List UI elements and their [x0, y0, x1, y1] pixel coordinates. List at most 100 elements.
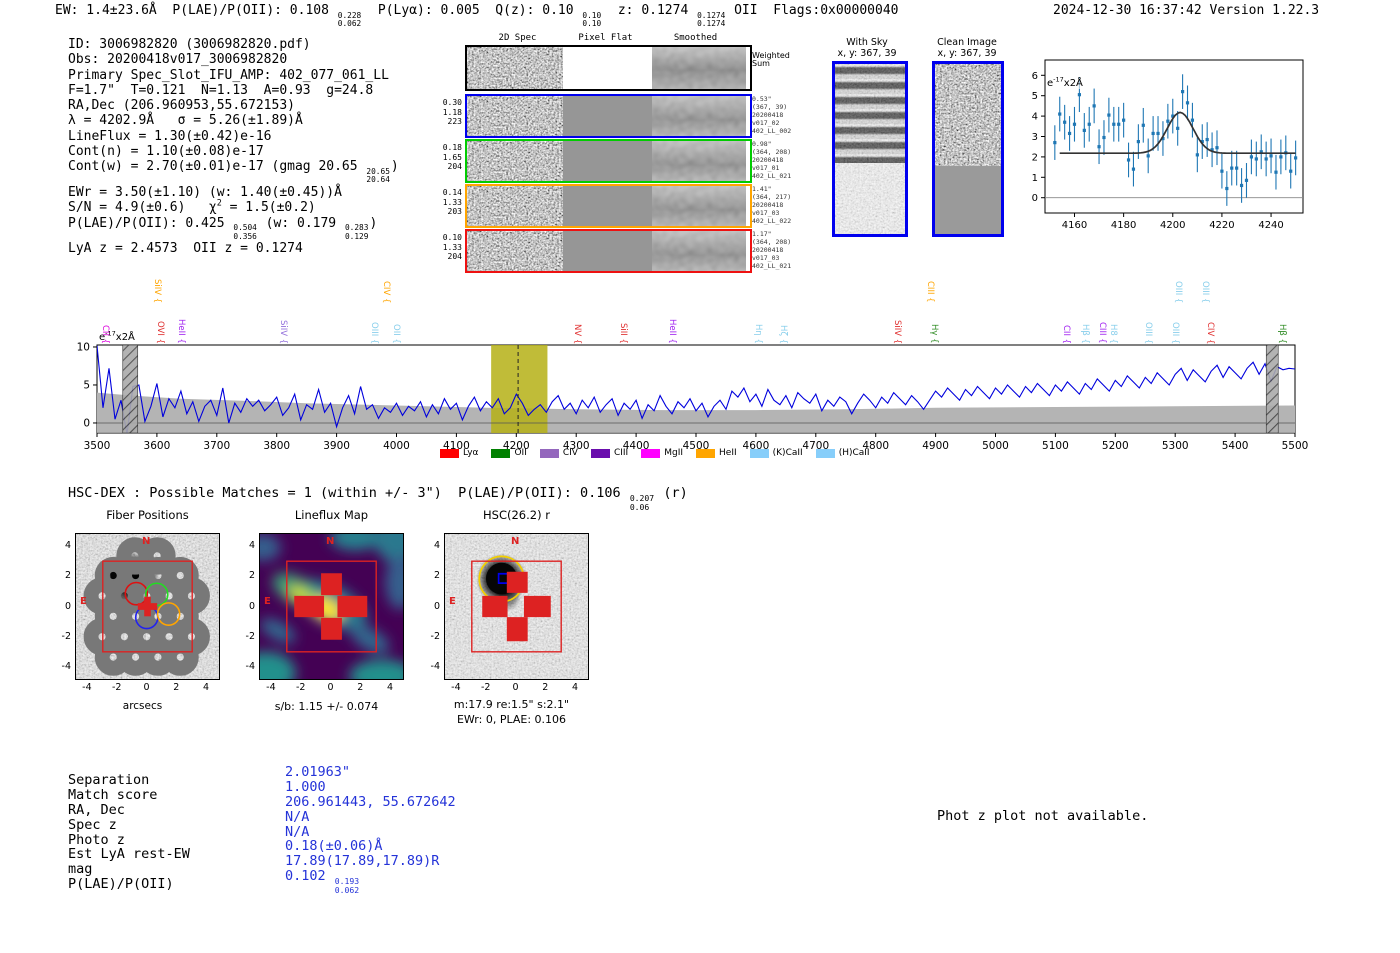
fiber-smoothed-image	[652, 141, 746, 181]
legend-label: HeII	[719, 448, 737, 458]
fiber-smoothed-image	[652, 186, 746, 226]
stacked-fraction: 0.10 0.10	[582, 10, 602, 29]
svg-text:5400: 5400	[1222, 440, 1249, 452]
legend-item: (K)CaII	[749, 448, 803, 458]
emission-line-label: OIII {	[369, 321, 379, 344]
stacked-fraction: 20.65 20.64	[366, 166, 390, 185]
fiber-row-weights: 0.14 1.33 203	[442, 188, 462, 216]
legend-item: CIV	[539, 448, 578, 458]
weighted-smoothed-image	[652, 47, 746, 89]
elixer-report-page: EW: 1.4±23.6Å P(LAE)/P(OII): 0.108 0.228…	[0, 0, 1400, 953]
info-line: Obs: 20200418v017_3006982820	[68, 52, 288, 68]
match-field-value: 0.18(±0.06)Å	[285, 838, 383, 855]
lineflux-caption: s/b: 1.15 +/- 0.074	[274, 700, 379, 713]
header-datetime-version: 2024-12-30 16:37:42 Version 1.22.3	[1053, 3, 1319, 18]
svg-text:4240: 4240	[1258, 220, 1283, 231]
fiber-positions-panel: Fiber Positions N E arcsecs -4 -2 0 2 4 …	[55, 508, 240, 733]
info-line: EWr = 3.50(±1.10) (w: 1.40(±0.45))Å	[68, 185, 342, 200]
svg-text:4: 4	[1032, 112, 1038, 123]
weighted-pixelflat-image	[563, 47, 652, 89]
fiber-2dspec-image	[467, 141, 563, 181]
match-table-row: Spec z N/A	[68, 809, 668, 833]
y-tick-label: -2	[245, 630, 255, 642]
spec2d-fiber-row	[465, 184, 752, 228]
svg-text:3: 3	[1032, 132, 1038, 143]
emission-line-label: NV {	[572, 323, 582, 344]
emission-line-label: CIII {	[1097, 322, 1107, 344]
info-line: F=1.7" T=0.121 N=1.13 A=0.93 g=24.8	[68, 82, 374, 98]
x-tick-label: -2	[111, 682, 122, 693]
fiber-row-annotation: 1.41" (364, 217) 20200418 v017_03 402_LL_022	[752, 185, 792, 225]
svg-text:1: 1	[1032, 173, 1038, 184]
legend-swatch	[539, 448, 559, 458]
svg-text:3600: 3600	[144, 440, 171, 452]
legend-swatch	[491, 448, 511, 458]
legend-item: CIII	[590, 448, 629, 458]
match-field-label: Spec z	[68, 816, 117, 833]
svg-text:5200: 5200	[1102, 440, 1129, 452]
y-tick-label: 2	[433, 570, 440, 582]
emission-line-label: OVI {	[155, 321, 165, 344]
svg-text:5100: 5100	[1042, 440, 1069, 452]
emission-line-label: OIII {	[1170, 321, 1180, 344]
info-line: Cont(w) = 2.70(±0.01)e-17 (gmag 20.65 20…	[68, 159, 399, 185]
x-tick-label: 0	[327, 682, 334, 693]
header-stats: EW: 1.4±23.6Å P(LAE)/P(OII): 0.108 0.228…	[55, 3, 899, 29]
svg-text:5300: 5300	[1162, 440, 1189, 452]
match-field-label: Separation	[68, 772, 150, 788]
emission-line-label: Hζ {	[778, 324, 788, 344]
svg-text:4160: 4160	[1062, 220, 1087, 231]
legend-label: OII	[514, 448, 527, 458]
legend-item: (H)CaII	[815, 448, 870, 458]
emission-line-label: OIII {	[1173, 280, 1183, 303]
svg-text:4220: 4220	[1209, 220, 1234, 231]
info-line: P(LAE)/P(OII): 0.425 0.504 0.356 (w: 0.17…	[68, 215, 378, 241]
hsc-title: HSC(26.2) r	[483, 508, 550, 522]
y-tick-label: -2	[430, 630, 440, 642]
clean-image-title: Clean Image x, y: 367, 39	[937, 37, 997, 59]
fiber-positions-image: N E	[75, 533, 220, 680]
svg-text:5000: 5000	[982, 440, 1009, 452]
phot-z-note: Phot z plot not available.	[937, 808, 1149, 824]
fiber-pixelflat-image	[563, 141, 652, 181]
x-tick-label: 0	[512, 682, 519, 693]
emission-line-label: Hη {	[753, 324, 763, 344]
match-table-row: Separation 2.01963"	[68, 765, 668, 788]
fiber-positions-title: Fiber Positions	[106, 508, 189, 522]
spectrum-legend: Lyα OII CIV CIII MgII HeII (K)CaII (H)CaII	[440, 448, 870, 458]
legend-label: (K)CaII	[772, 448, 803, 458]
legend-item: OII	[491, 448, 527, 458]
legend-swatch	[696, 448, 716, 458]
match-table-row: mag 17.89(17.89,17.89)R	[68, 854, 668, 877]
col-header-pixelflat: Pixel Flat	[578, 33, 633, 43]
y-tick-label: -4	[245, 660, 255, 672]
fiber-row-annotation: 1.17" (364, 208) 20200418 v017_03 402_LL_021	[752, 230, 792, 270]
emission-line-label: Hγ {	[929, 324, 939, 344]
legend-label: CIII	[613, 448, 629, 458]
legend-swatch	[815, 448, 835, 458]
match-table-row: RA, Dec 206.961443, 55.672642	[68, 794, 668, 818]
legend-item: HeII	[696, 448, 737, 458]
full-spectrum-plot: 3500 3600 3700 3800 3900 4000 4100 4200 4300 4400…	[0, 265, 1400, 465]
emission-line-label: Hβ {	[1277, 324, 1287, 344]
x-tick-label: 2	[173, 682, 180, 693]
lineflux-image: N E	[259, 533, 404, 680]
emission-line-label: HeII {	[176, 319, 186, 344]
info-line: ID: 3006982820 (3006982820.pdf)	[68, 37, 311, 52]
fiber-row-weights: 0.18 1.65 204	[442, 143, 462, 171]
info-line: Primary Spec_Slot_IFU_AMP: 402_077_061_L…	[68, 67, 389, 83]
emission-line-label: SiIV {	[278, 319, 288, 344]
x-tick-label: 4	[387, 682, 394, 693]
x-tick-label: 2	[357, 682, 364, 693]
emission-line-label: CIII {	[925, 281, 935, 303]
y-tick-label: 0	[248, 600, 255, 612]
match-table-row: P(LAE)/P(OII) 0.102 0.193 0.062	[68, 869, 668, 895]
y-tick-label: 4	[248, 540, 255, 552]
match-field-value: N/A	[285, 808, 310, 825]
stacked-fraction: 0.228 0.062	[337, 10, 362, 29]
weighted-sum-label: Weighted Sum	[752, 51, 790, 68]
emission-line-label: CII {	[100, 324, 110, 344]
fiber-2dspec-image	[467, 96, 563, 136]
emission-line-label: SiIV {	[892, 319, 902, 344]
north-label: N	[511, 536, 520, 547]
